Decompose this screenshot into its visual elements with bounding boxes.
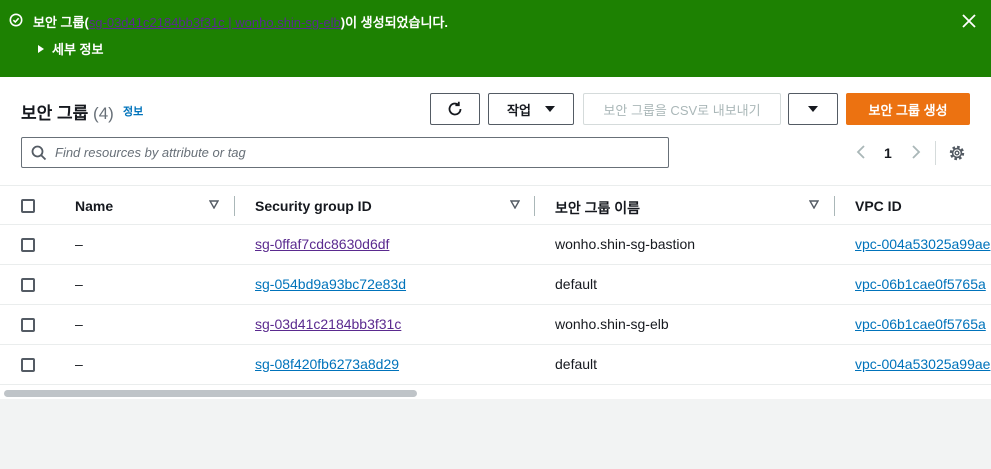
caret-down-icon [544,106,555,112]
cell-security-group-id-link[interactable]: sg-0ffaf7cdc8630d6df [255,236,389,252]
close-icon[interactable] [960,12,978,30]
column-header-name[interactable]: Name [75,198,113,214]
search-icon [31,145,47,160]
resource-count: (4) [93,104,114,123]
create-security-group-button[interactable]: 보안 그룹 생성 [846,93,970,125]
security-groups-table: Name Security group ID 보안 그룹 이름 VPC ID –… [0,185,991,385]
flash-details-toggle[interactable]: 세부 정보 [38,39,103,58]
column-header-security-group-id[interactable]: Security group ID [255,198,372,214]
cell-vpc-id-link[interactable]: vpc-004a53025a99ae [855,356,990,372]
chevron-right-icon[interactable] [910,145,922,159]
cell-vpc-id-link[interactable]: vpc-06b1cae0f5765a [855,316,986,332]
column-divider[interactable] [534,196,535,216]
chevron-left-icon[interactable] [855,145,867,159]
refresh-icon [448,101,462,116]
current-page-number[interactable]: 1 [884,145,892,161]
refresh-button[interactable] [430,93,480,125]
flash-created-sg-link[interactable]: sg-03d41c2184bb3f31c | wonho.shin-sg-elb [89,15,341,30]
cell-security-group-name: wonho.shin-sg-elb [555,316,669,332]
security-groups-panel: 보안 그룹 (4) 정보 작업 보안 그룹을 CSV로 내보내기 보안 그룹 생… [0,77,991,399]
cell-security-group-name: default [555,276,598,292]
cell-security-group-id-link[interactable]: sg-054bd9a93bc72e83d [255,276,406,292]
horizontal-scrollbar-thumb[interactable] [4,390,417,397]
actions-label: 작업 [507,102,531,118]
cell-name: – [75,236,83,252]
select-all-checkbox[interactable] [21,199,35,213]
cell-vpc-id-link[interactable]: vpc-06b1cae0f5765a [855,276,986,292]
pager-divider [935,141,936,165]
actions-dropdown-button[interactable]: 작업 [488,93,574,125]
sort-caret-icon[interactable] [209,200,219,209]
table-row[interactable]: – sg-054bd9a93bc72e83d default vpc-06b1c… [0,265,991,305]
row-checkbox[interactable] [21,278,35,292]
export-csv-button[interactable]: 보안 그룹을 CSV로 내보내기 [583,93,781,125]
cell-security-group-name: default [555,356,598,372]
cell-security-group-id-link[interactable]: sg-03d41c2184bb3f31c [255,316,401,332]
cell-security-group-name: wonho.shin-sg-bastion [555,236,696,252]
search-input[interactable] [55,145,635,160]
column-header-security-group-name[interactable]: 보안 그룹 이름 [555,198,640,218]
gear-icon[interactable] [948,144,966,162]
cell-name: – [75,316,83,332]
page-title-text: 보안 그룹 [21,104,89,123]
cell-name: – [75,276,83,292]
cell-security-group-id-link[interactable]: sg-08f420fb6273a8d29 [255,356,399,372]
row-checkbox[interactable] [21,238,35,252]
success-check-icon [9,13,23,27]
page-title: 보안 그룹 (4) [21,99,114,124]
success-flash-banner: 보안 그룹(sg-03d41c2184bb3f31c | wonho.shin-… [0,0,991,77]
sort-caret-icon[interactable] [809,200,819,209]
flash-details-label: 세부 정보 [52,42,104,57]
column-divider[interactable] [834,196,835,216]
export-options-dropdown-button[interactable] [788,93,838,125]
sort-caret-icon[interactable] [510,200,520,209]
cell-name: – [75,356,83,372]
caret-down-icon [808,106,818,112]
table-row[interactable]: – sg-0ffaf7cdc8630d6df wonho.shin-sg-bas… [0,225,991,265]
column-header-vpc-id[interactable]: VPC ID [855,198,902,214]
column-divider[interactable] [234,196,235,216]
table-row[interactable]: – sg-08f420fb6273a8d29 default vpc-004a5… [0,345,991,385]
flash-message-suffix: )이 생성되었습니다. [340,15,449,30]
table-row[interactable]: – sg-03d41c2184bb3f31c wonho.shin-sg-elb… [0,305,991,345]
caret-right-icon [38,44,44,53]
info-link[interactable]: 정보 [123,103,143,119]
flash-message-prefix: 보안 그룹( [33,15,89,30]
table-header-row: Name Security group ID 보안 그룹 이름 VPC ID [0,185,991,225]
search-field[interactable] [21,137,669,168]
row-checkbox[interactable] [21,358,35,372]
cell-vpc-id-link[interactable]: vpc-004a53025a99ae [855,236,990,252]
flash-message: 보안 그룹(sg-03d41c2184bb3f31c | wonho.shin-… [33,12,448,31]
row-checkbox[interactable] [21,318,35,332]
